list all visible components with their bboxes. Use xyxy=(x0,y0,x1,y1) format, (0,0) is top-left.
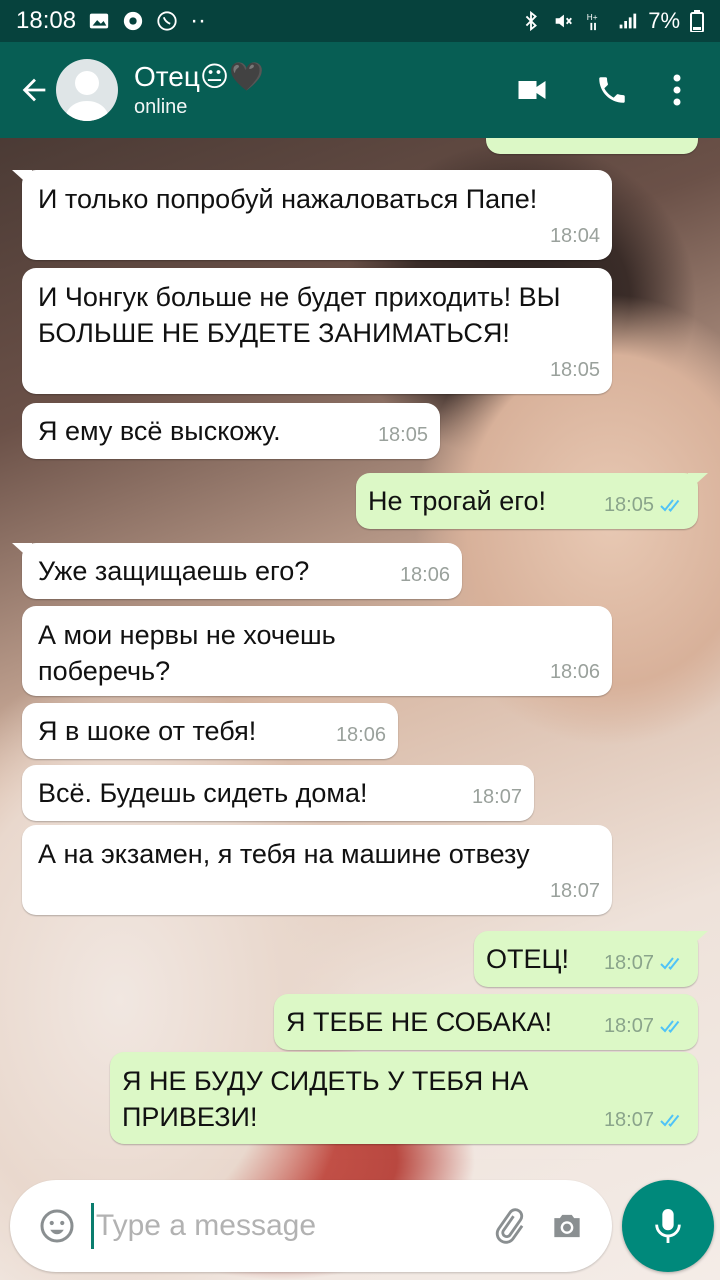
bubble-tail xyxy=(688,473,708,491)
message-time: 18:05 xyxy=(549,359,600,381)
camera-button[interactable] xyxy=(541,1196,594,1256)
message-bubble-outgoing[interactable]: Не трогай его! 18:05 xyxy=(356,473,708,529)
read-ticks-icon xyxy=(660,1114,680,1127)
message-time: 18:04 xyxy=(604,138,654,146)
message-text: И только попробуй нажаловаться Папе! xyxy=(38,184,538,214)
more-notifications-icon: ·· xyxy=(190,7,207,34)
video-call-button[interactable] xyxy=(492,42,572,138)
signal-icon xyxy=(619,13,637,29)
message-bubble-outgoing[interactable]: Я НЕ БУДУ СИДЕТЬ У ТЕБЯ НА ПРИВЕЗИ! 18:0… xyxy=(110,1052,698,1144)
voice-call-button[interactable] xyxy=(572,42,652,138)
message-time: 18:07 xyxy=(471,786,522,808)
camera-icon xyxy=(554,1214,581,1238)
status-bar: 18:08 ·· H+ 7% xyxy=(0,0,720,42)
battery-icon xyxy=(690,10,704,32)
bubble-tail xyxy=(12,170,32,188)
message-time: 18:07 xyxy=(603,952,654,974)
bubble-tail xyxy=(688,931,708,949)
message-list[interactable]: 18:04 И только попробуй нажаловаться Пап… xyxy=(0,138,720,1160)
message-text: Я НЕ БУДУ СИДЕТЬ У ТЕБЯ НА ПРИВЕЗИ! xyxy=(122,1066,529,1132)
message-time: 18:07 xyxy=(603,1015,654,1037)
read-ticks-icon xyxy=(660,957,680,970)
message-time: 18:05 xyxy=(603,494,654,516)
message-bubble-incoming[interactable]: Уже защищаешь его? 18:06 xyxy=(12,543,462,599)
contact-avatar[interactable] xyxy=(56,59,118,121)
message-time: 18:06 xyxy=(399,564,450,586)
voice-message-button[interactable] xyxy=(622,1180,714,1272)
message-bubble-outgoing[interactable]: ОТЕЦ! 18:07 xyxy=(474,931,708,987)
emoji-icon xyxy=(40,1209,74,1243)
gallery-notification-icon xyxy=(89,13,109,29)
bluetooth-icon xyxy=(525,10,538,32)
battery-percent: 7% xyxy=(648,8,680,33)
message-bubble-outgoing[interactable]: Я ТЕБЕ НЕ СОБАКА! 18:07 xyxy=(274,994,698,1050)
attach-button[interactable] xyxy=(482,1196,535,1256)
message-bubble-incoming[interactable]: И только попробуй нажаловаться Папе! 18:… xyxy=(12,170,612,260)
message-bubble-incoming[interactable]: Всё. Будешь сидеть дома! 18:07 xyxy=(22,765,534,821)
emoji-button[interactable] xyxy=(28,1196,87,1256)
app-notification-icon xyxy=(123,11,143,31)
message-input[interactable] xyxy=(95,1196,482,1256)
message-text: И Чонгук больше не будет приходить! ВЫ Б… xyxy=(38,282,561,348)
whatsapp-notification-icon xyxy=(157,11,177,31)
message-time: 18:06 xyxy=(549,661,600,683)
message-text: Я в шоке от тебя! xyxy=(38,716,257,746)
chat-header: Отец😐🖤 online xyxy=(0,42,720,138)
mute-icon xyxy=(555,14,573,28)
message-bubble-incoming[interactable]: Я в шоке от тебя! 18:06 xyxy=(22,703,398,759)
more-options-button[interactable] xyxy=(652,42,702,138)
message-bubble-incoming[interactable]: А мои нервы не хочешь поберечь? 18:06 xyxy=(22,606,612,696)
message-bubble-outgoing[interactable]: 18:04 xyxy=(486,138,698,154)
status-time: 18:08 xyxy=(16,7,77,34)
more-vert-icon xyxy=(673,74,681,106)
read-ticks-icon xyxy=(660,499,680,512)
message-text: А мои нервы не хочешь поберечь? xyxy=(38,620,336,686)
mic-icon xyxy=(655,1209,681,1243)
message-time: 18:04 xyxy=(549,225,600,247)
network-hplus-icon: H+ xyxy=(587,13,598,31)
message-text: Уже защищаешь его? xyxy=(38,556,310,586)
message-bubble-incoming[interactable]: И Чонгук больше не будет приходить! ВЫ Б… xyxy=(22,268,612,394)
message-time: 18:06 xyxy=(335,724,386,746)
video-call-icon xyxy=(518,81,546,99)
message-composer xyxy=(10,1180,612,1272)
message-text: Я ему всё выскожу. xyxy=(38,416,281,446)
contact-info[interactable]: Отец😐🖤 online xyxy=(134,60,264,120)
message-text: А на экзамен, я тебя на машине отвезу xyxy=(38,839,530,869)
read-ticks-icon xyxy=(660,1020,680,1033)
message-bubble-incoming[interactable]: Я ему всё выскожу. 18:05 xyxy=(22,403,440,459)
contact-name: Отец😐🖤 xyxy=(134,61,264,92)
default-avatar-icon xyxy=(64,71,110,121)
paperclip-icon xyxy=(496,1208,524,1244)
message-time: 18:07 xyxy=(603,1109,654,1131)
arrow-left-icon xyxy=(22,78,46,102)
back-button[interactable] xyxy=(6,42,62,138)
text-cursor xyxy=(90,1203,94,1249)
svg-text:H+: H+ xyxy=(587,13,598,22)
message-time: 18:07 xyxy=(549,880,600,902)
contact-status: online xyxy=(134,96,188,118)
message-text: Всё. Будешь сидеть дома! xyxy=(38,778,368,808)
message-time: 18:05 xyxy=(377,424,428,446)
phone-icon xyxy=(599,77,625,103)
message-bubble-incoming[interactable]: А на экзамен, я тебя на машине отвезу 18… xyxy=(22,825,612,915)
bubble-tail xyxy=(12,543,32,561)
